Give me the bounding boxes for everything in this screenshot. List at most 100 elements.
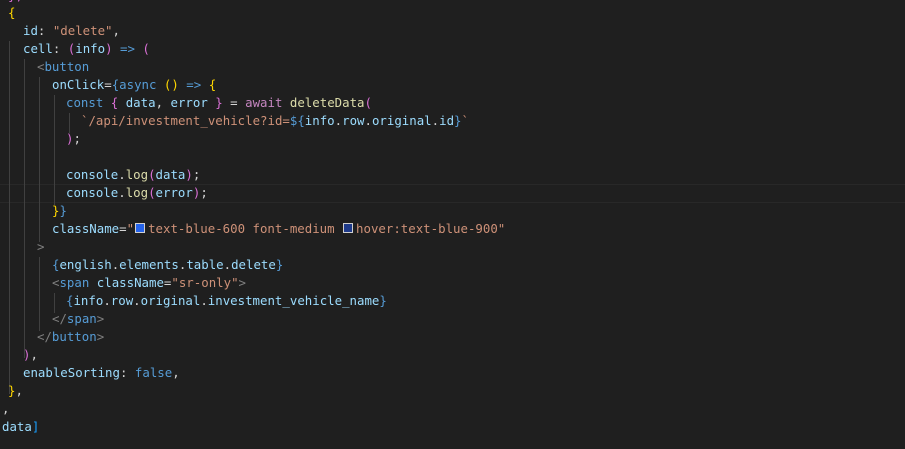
- code-line[interactable]: ),: [0, 346, 38, 364]
- code-token: deleteData: [289, 95, 365, 110]
- code-token: .: [223, 257, 232, 272]
- code-token: button: [51, 329, 97, 344]
- code-token: ,: [2, 401, 10, 416]
- code-token: .: [118, 185, 126, 200]
- code-token: false: [134, 365, 173, 380]
- code-token: text-blue-600 font-medium: [148, 221, 343, 236]
- code-token: id: [23, 23, 38, 38]
- code-token: >: [96, 329, 105, 344]
- code-token: }: [207, 95, 223, 110]
- code-token: >: [37, 239, 45, 254]
- code-token: .: [364, 113, 372, 128]
- code-token: =>: [112, 41, 143, 56]
- code-token: },: [8, 0, 23, 3]
- code-editor[interactable]: }, { id: "delete", cell: (info) => ( <bu…: [0, 0, 905, 449]
- code-token: info: [304, 113, 335, 128]
- code-token: const: [66, 95, 104, 110]
- code-line[interactable]: onClick={async () => {: [0, 76, 216, 94]
- code-line[interactable]: </button>: [0, 328, 104, 346]
- code-token: original: [140, 293, 201, 308]
- code-token: </: [52, 311, 67, 326]
- code-token: elements: [119, 257, 179, 272]
- code-token: cell: [23, 41, 53, 56]
- code-token: onClick: [52, 77, 105, 92]
- code-line[interactable]: [0, 148, 66, 166]
- code-token: ;: [192, 167, 201, 182]
- code-token: button: [44, 59, 90, 74]
- code-token: ,: [172, 365, 180, 380]
- code-token: ): [105, 41, 113, 56]
- code-token: .: [334, 113, 343, 128]
- code-token: {: [8, 5, 16, 20]
- code-token: console: [66, 167, 119, 182]
- code-line[interactable]: console.log(error);: [0, 184, 208, 202]
- code-token: data: [2, 419, 32, 434]
- code-line[interactable]: }}: [0, 202, 67, 220]
- code-line[interactable]: {info.row.original.investment_vehicle_na…: [0, 292, 387, 310]
- code-token: {async: [111, 77, 157, 92]
- code-token: id: [439, 113, 455, 128]
- code-token: error: [170, 95, 208, 110]
- code-token: ": [126, 221, 135, 236]
- code-token: :: [37, 23, 53, 38]
- code-token: }: [379, 293, 387, 308]
- code-token: .: [118, 167, 126, 182]
- code-token: =: [222, 95, 246, 110]
- code-token: :: [52, 41, 68, 56]
- code-token: await: [245, 95, 283, 110]
- code-token: info: [73, 293, 104, 308]
- code-token: english: [59, 257, 112, 272]
- code-token: ,: [30, 347, 38, 362]
- code-line[interactable]: <button: [0, 58, 89, 76]
- code-token: >: [238, 275, 246, 290]
- code-token: ${: [289, 113, 305, 128]
- code-line[interactable]: `/api/investment_vehicle?id=${info.row.o…: [0, 112, 469, 130]
- code-line[interactable]: {english.elements.table.delete}: [0, 256, 283, 274]
- code-line[interactable]: enableSorting: false,: [0, 364, 180, 382]
- code-line[interactable]: className=" text-blue-600 font-medium hov…: [0, 220, 505, 238]
- code-token: ,: [112, 23, 120, 38]
- code-token: }: [454, 113, 462, 128]
- code-token: .: [103, 293, 111, 308]
- code-token: ;: [200, 185, 208, 200]
- code-line[interactable]: const { data, error } = await deleteData…: [0, 94, 372, 112]
- code-token: .: [200, 293, 208, 308]
- code-line[interactable]: <span className="sr-only">: [0, 274, 246, 292]
- code-token: enableSorting: [23, 365, 120, 380]
- code-line[interactable]: data]: [0, 418, 39, 436]
- code-token: (): [163, 77, 179, 92]
- code-token: span: [59, 275, 90, 290]
- code-token: log: [125, 167, 149, 182]
- code-token: row: [110, 293, 134, 308]
- code-token: "sr-only": [171, 275, 239, 290]
- code-token: :: [119, 365, 135, 380]
- code-line[interactable]: </span>: [0, 310, 104, 328]
- code-token: console: [66, 185, 119, 200]
- code-line[interactable]: );: [0, 130, 81, 148]
- code-line[interactable]: {: [0, 4, 15, 22]
- code-token: "delete": [52, 23, 113, 38]
- code-line[interactable]: >: [0, 238, 44, 256]
- code-line[interactable]: },: [0, 382, 23, 400]
- code-token: span: [66, 311, 97, 326]
- code-token: =: [104, 77, 112, 92]
- code-token: (: [364, 95, 372, 110]
- code-token: ;: [73, 131, 81, 146]
- code-line[interactable]: cell: (info) => (: [0, 40, 150, 58]
- code-token: </: [37, 329, 52, 344]
- code-token: error: [155, 185, 193, 200]
- code-token: ]: [31, 419, 40, 434]
- code-token: data: [155, 167, 186, 182]
- code-token: .: [431, 113, 440, 128]
- code-token: (: [142, 41, 150, 56]
- code-token: investment_vehicle_name: [207, 293, 380, 308]
- code-token: ,: [155, 95, 171, 110]
- code-line[interactable]: ,: [0, 400, 9, 418]
- code-line[interactable]: console.log(data);: [0, 166, 200, 184]
- code-token: delete: [231, 257, 276, 272]
- code-line[interactable]: id: "delete",: [0, 22, 120, 40]
- code-token: table: [186, 257, 224, 272]
- code-token: {: [208, 77, 217, 92]
